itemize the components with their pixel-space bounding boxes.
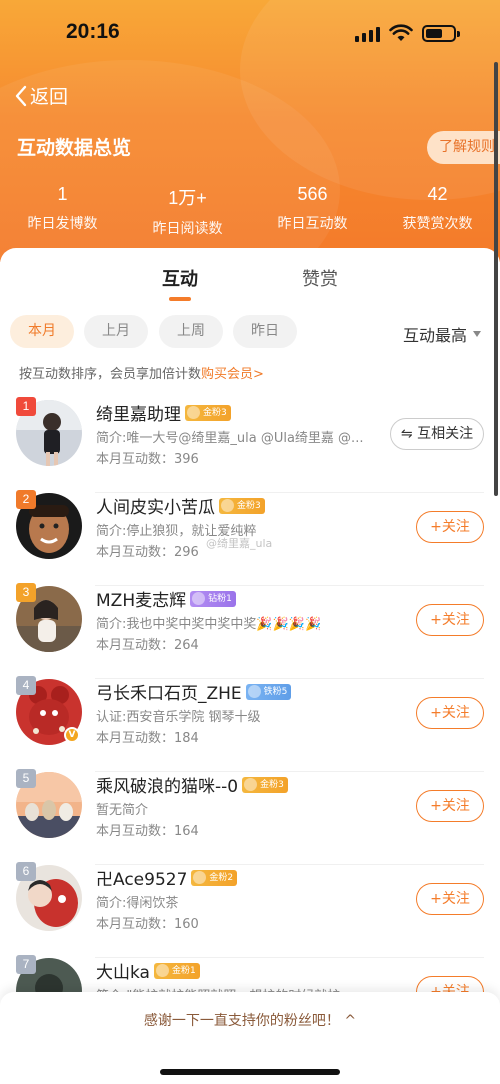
back-label: 返回 [30,86,69,108]
rank-badge: 4 [16,676,36,695]
stat-value: 1 [57,184,68,204]
fan-bio: 暂无简介 [96,803,149,818]
follow-button[interactable]: +关注 [416,883,484,915]
fan-level-badge: 金粉3 [185,404,231,421]
fan-bio: 简介:唯一大号@绮里嘉_ula @Ula绮里嘉 @... [96,431,364,446]
follow-button[interactable]: +关注 [416,511,484,543]
buy-membership-link[interactable]: 购买会员> [201,367,264,382]
fan-name[interactable]: 绮里嘉助理 [96,400,181,425]
fan-name-line: 大山ka 金粉1 [96,958,200,983]
stat-reads[interactable]: 1万+ 昨日阅读数 [125,184,250,238]
fan-level-badge: 铁粉5 [245,683,292,700]
fan-name[interactable]: MZH麦志辉 [96,586,186,611]
tab-active-indicator [169,297,191,301]
stat-label: 昨日发博数 [27,216,98,232]
fan-name-line: 卍Ace9527 金粉2 [96,865,238,890]
stat-posts[interactable]: 1 昨日发博数 [0,184,125,238]
fan-name[interactable]: 弓长禾口石页_ZHE [96,679,242,704]
scrollbar[interactable] [494,62,498,496]
filter-this-month[interactable]: 本月 [10,315,74,348]
stat-tips[interactable]: 42 获赞赏次数 [375,184,500,238]
verified-badge-icon: V [64,727,80,743]
fan-row[interactable]: 5 乘风破浪的猫咪--0 金粉3 暂无简介 本月互动数：164 +关注 [0,769,500,865]
rank-badge: 2 [16,490,36,509]
chevron-left-icon [15,85,27,106]
stat-value: 566 [297,184,328,204]
cellular-signal-icon [355,26,381,42]
watermark: @绮里嘉_ula [206,537,273,550]
fan-interaction-count: 本月互动数：264 [96,638,199,653]
stat-label: 昨日阅读数 [152,221,223,237]
filter-last-week[interactable]: 上周 [159,315,223,348]
fan-bio: 认证:西安音乐学院 钢琴十级 [96,710,261,725]
mutual-follow-button[interactable]: ⇋ 互相关注 [390,418,484,450]
fan-name-line: 乘风破浪的猫咪--0 金粉3 [96,772,288,797]
home-indicator[interactable] [160,1069,340,1075]
rank-badge: 5 [16,769,36,788]
stats-row: 1 昨日发博数 1万+ 昨日阅读数 566 昨日互动数 42 获赞赏次数 [0,184,500,238]
follow-button[interactable]: +关注 [416,790,484,822]
fan-name[interactable]: 人间皮实小苦瓜 [96,493,215,518]
rank-badge: 3 [16,583,36,602]
ranking-note-text: 按互动数排序，会员享加倍计数 [19,367,202,382]
fan-interaction-count: 本月互动数：396 [96,452,199,467]
fan-row[interactable]: 6 卍Ace9527 金粉2 简介:得闲饮茶 本月互动数：160 +关注 [0,862,500,958]
fan-bio: 简介:得闲饮茶 [96,896,179,911]
status-time: 20:16 [66,20,120,43]
tab-tips[interactable]: 赞赏 [302,265,338,291]
fan-name-line: 弓长禾口石页_ZHE 铁粉5 [96,679,292,704]
rank-badge: 7 [16,955,36,974]
fan-interaction-count: 本月互动数：160 [96,917,199,932]
fan-level-badge: 金粉2 [191,869,238,886]
fan-name[interactable]: 乘风破浪的猫咪--0 [96,772,238,797]
sort-dropdown[interactable]: 互动最高 [403,322,482,346]
fan-level-badge: 金粉3 [242,776,288,793]
filter-yesterday[interactable]: 昨日 [233,315,297,348]
back-button[interactable]: 返回 [14,82,68,109]
fan-name[interactable]: 大山ka [96,958,150,983]
rank-badge: 1 [16,397,36,416]
fan-level-badge: 金粉3 [219,497,265,514]
stat-value: 42 [427,184,448,204]
fan-name-line: 绮里嘉助理 金粉3 [96,400,231,425]
thank-fans-text: 感谢一下一直支持你的粉丝吧！ ^ [143,1013,357,1029]
tab-bar: 互动 赞赏 [0,265,500,305]
status-bar: 20:16 [0,0,500,64]
fan-row[interactable]: 4 V 弓长禾口石页_ZHE 铁粉5 认证:西安音乐学院 钢琴十级 本月互动数：… [0,676,500,772]
rules-button[interactable]: 了解规则 [427,131,500,164]
fan-row[interactable]: 1 绮里嘉助理 金粉3 简介:唯一大号@绮里嘉_ula @Ula绮里嘉 @...… [0,397,500,493]
page-title: 互动数据总览 [17,137,132,159]
fan-interaction-count: 本月互动数：296 [96,545,199,560]
fan-level-badge: 钻粉1 [190,590,236,607]
stat-interactions[interactable]: 566 昨日互动数 [250,184,375,238]
fan-name-line: 人间皮实小苦瓜 金粉3 [96,493,265,518]
ranking-note: 按互动数排序，会员享加倍计数购买会员> [19,363,264,382]
wifi-icon [389,24,413,41]
caret-down-icon [473,331,482,337]
fan-level-badge: 金粉1 [153,962,200,979]
rank-badge: 6 [16,862,36,881]
filter-last-month[interactable]: 上月 [84,315,148,348]
stat-label: 昨日互动数 [277,216,348,232]
fan-interaction-count: 本月互动数：164 [96,824,199,839]
fan-bio: 简介:我也中奖中奖中奖中奖🎉🎉🎉🎉 [96,617,322,632]
follow-button[interactable]: +关注 [416,604,484,636]
tab-interaction[interactable]: 互动 [162,265,198,291]
fan-name-line: MZH麦志辉 钻粉1 [96,586,236,611]
stat-value: 1万+ [168,188,207,208]
stat-label: 获赞赏次数 [402,216,473,232]
fan-interaction-count: 本月互动数：184 [96,731,199,746]
sort-label: 互动最高 [403,326,468,345]
follow-button[interactable]: +关注 [416,697,484,729]
battery-icon [422,25,460,42]
fan-name[interactable]: 卍Ace9527 [96,865,187,890]
fan-row[interactable]: 3 MZH麦志辉 钻粉1 简介:我也中奖中奖中奖中奖🎉🎉🎉🎉 本月互动数：264… [0,583,500,679]
